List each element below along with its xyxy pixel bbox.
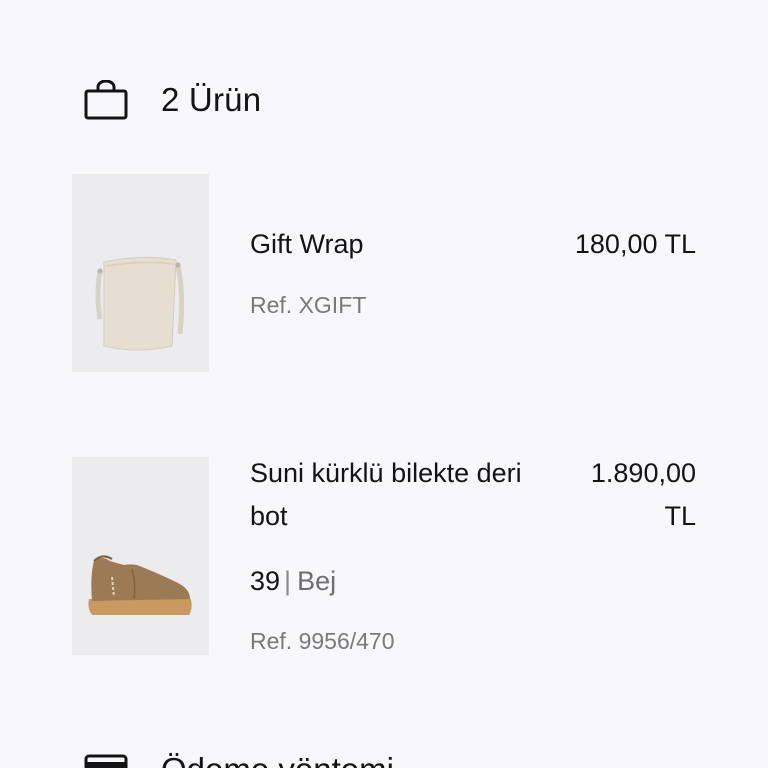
- product-color: Bej: [297, 566, 337, 596]
- product-name-line1: Suni kürklü bilekte deri: [250, 458, 522, 488]
- product-name-line2: bot: [250, 501, 288, 531]
- product-image[interactable]: [72, 457, 209, 655]
- product-reference: Ref. XGIFT: [250, 292, 367, 318]
- product-price-currency: TL: [664, 501, 696, 531]
- cart-item[interactable]: Gift Wrap 180,00 TL Ref. XGIFT: [72, 174, 696, 374]
- product-price-amount: 1.890,00: [590, 458, 696, 488]
- order-summary-page: 2 Ürün Gift Wrap 180,00 TL Ref. XGIFT Su…: [0, 0, 768, 768]
- product-image[interactable]: [72, 174, 209, 372]
- credit-card-icon: [84, 748, 128, 768]
- product-name[interactable]: Gift Wrap: [250, 223, 560, 266]
- payment-method-title: Ödeme yöntemi: [161, 746, 394, 768]
- cart-item-count: 2 Ürün: [161, 81, 262, 118]
- product-price: 180,00 TL: [574, 229, 696, 259]
- product-variant: 39 | Bej: [250, 563, 336, 599]
- payment-method-header[interactable]: Ödeme yöntemi: [84, 746, 394, 768]
- shopping-bag-icon: [84, 76, 128, 124]
- tote-bag-image: [72, 174, 209, 372]
- cart-summary-header: 2 Ürün: [84, 76, 261, 124]
- product-size: 39: [250, 566, 281, 596]
- ankle-boot-image: [72, 457, 209, 655]
- product-reference: Ref. 9956/470: [250, 628, 395, 654]
- product-price: 1.890,00 TL: [591, 452, 696, 538]
- product-name[interactable]: Suni kürklü bilekte deri bot: [250, 452, 560, 538]
- cart-item[interactable]: Suni kürklü bilekte deri bot 1.890,00 TL…: [72, 457, 696, 657]
- variant-separator: |: [284, 566, 292, 596]
